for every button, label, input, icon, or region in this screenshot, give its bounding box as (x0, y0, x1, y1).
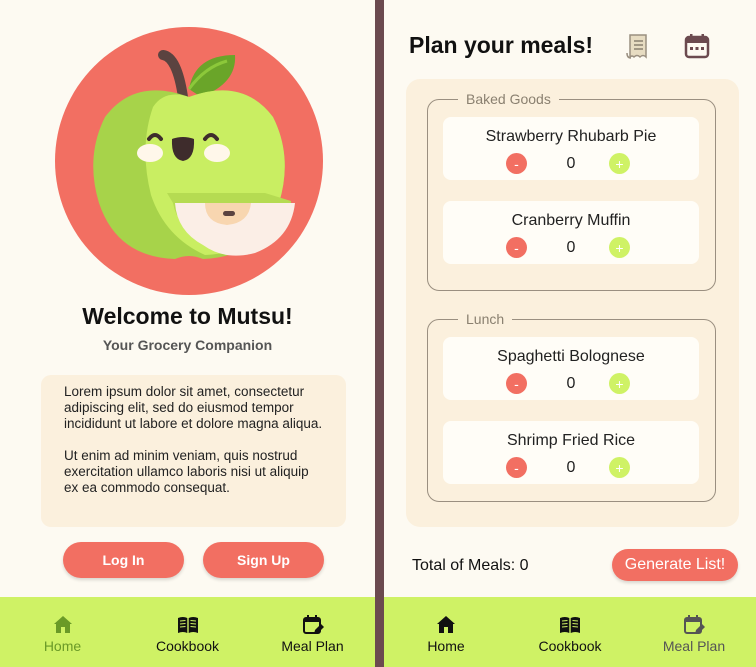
meal-count: 0 (566, 155, 576, 172)
home-icon (53, 616, 72, 633)
intro-paragraph: Lorem ipsum dolor sit amet, consectetur … (64, 384, 323, 431)
increment-button[interactable]: + (609, 237, 630, 258)
book-icon (560, 617, 580, 633)
calendar-edit-icon (302, 615, 324, 634)
page-title: Plan your meals! (409, 32, 594, 58)
welcome-subtitle: Your Grocery Companion (102, 337, 273, 353)
nav-home-label: Home (427, 638, 465, 654)
bottom-nav: Home Cookbook Meal Plan (384, 597, 756, 667)
increment-button[interactable]: + (609, 373, 630, 394)
book-icon (177, 617, 198, 633)
apple-mascot-icon (55, 27, 323, 295)
signup-button[interactable]: Sign Up (203, 542, 324, 578)
category-title: Lunch (466, 311, 505, 327)
category-group: Baked Goods Strawberry Rhubarb Pie - 0 +… (427, 91, 716, 291)
increment-button[interactable]: + (609, 153, 630, 174)
meal-counter: - 0 + (443, 373, 699, 395)
meal-name: Spaghetti Bolognese (497, 348, 645, 365)
meal-plan-screen: Plan your meals! Baked Goods Strawberry … (384, 0, 756, 667)
category-title: Baked Goods (466, 91, 551, 107)
total-meals: Total of Meals: 0 (412, 557, 529, 574)
nav-cookbook[interactable]: Cookbook (125, 597, 250, 667)
bottom-nav: Home Cookbook Meal Plan (0, 597, 375, 667)
meal-counter: - 0 + (443, 457, 699, 479)
nav-cookbook[interactable]: Cookbook (508, 597, 632, 667)
decrement-button[interactable]: - (506, 237, 527, 258)
nav-home[interactable]: Home (384, 597, 508, 667)
category-group: Lunch Spaghetti Bolognese - 0 + Shrimp F… (427, 311, 716, 502)
meal-card: Strawberry Rhubarb Pie - 0 + (443, 117, 699, 180)
intro-paragraph: Ut enim ad minim veniam, quis nostrud ex… (64, 448, 309, 495)
meal-card: Spaghetti Bolognese - 0 + (443, 337, 699, 400)
nav-meal-plan-label: Meal Plan (281, 638, 344, 654)
welcome-title: Welcome to Mutsu! (82, 303, 293, 329)
nav-meal-plan-label: Meal Plan (662, 638, 726, 654)
decrement-button[interactable]: - (506, 373, 527, 394)
decrement-button[interactable]: - (506, 457, 527, 478)
nav-meal-plan[interactable]: Meal Plan (250, 597, 375, 667)
login-button[interactable]: Log In (63, 542, 184, 578)
meal-counter: - 0 + (443, 153, 699, 175)
nav-home[interactable]: Home (0, 597, 125, 667)
calendar-edit-icon (684, 615, 705, 634)
calendar-icon[interactable] (682, 31, 712, 61)
meal-card: Shrimp Fried Rice - 0 + (443, 421, 699, 484)
nav-cookbook-label: Cookbook (155, 638, 220, 654)
meal-count: 0 (566, 375, 576, 392)
meal-name: Cranberry Muffin (511, 212, 631, 229)
meal-name: Shrimp Fried Rice (506, 432, 636, 449)
increment-button[interactable]: + (609, 457, 630, 478)
generate-list-button[interactable]: Generate List! (612, 549, 738, 581)
meal-plan-panel: Baked Goods Strawberry Rhubarb Pie - 0 +… (406, 79, 739, 527)
meal-card: Cranberry Muffin - 0 + (443, 201, 699, 264)
meal-counter: - 0 + (443, 237, 699, 259)
decrement-button[interactable]: - (506, 153, 527, 174)
welcome-screen: Welcome to Mutsu! Your Grocery Companion… (0, 0, 375, 667)
nav-cookbook-label: Cookbook (538, 638, 602, 654)
meal-count: 0 (566, 239, 576, 256)
intro-card: Lorem ipsum dolor sit amet, consectetur … (41, 375, 346, 527)
meal-count: 0 (566, 459, 576, 476)
home-icon (437, 616, 455, 633)
nav-meal-plan[interactable]: Meal Plan (632, 597, 756, 667)
nav-home-label: Home (43, 638, 82, 654)
meal-name: Strawberry Rhubarb Pie (485, 128, 657, 145)
receipt-icon[interactable] (622, 31, 652, 61)
